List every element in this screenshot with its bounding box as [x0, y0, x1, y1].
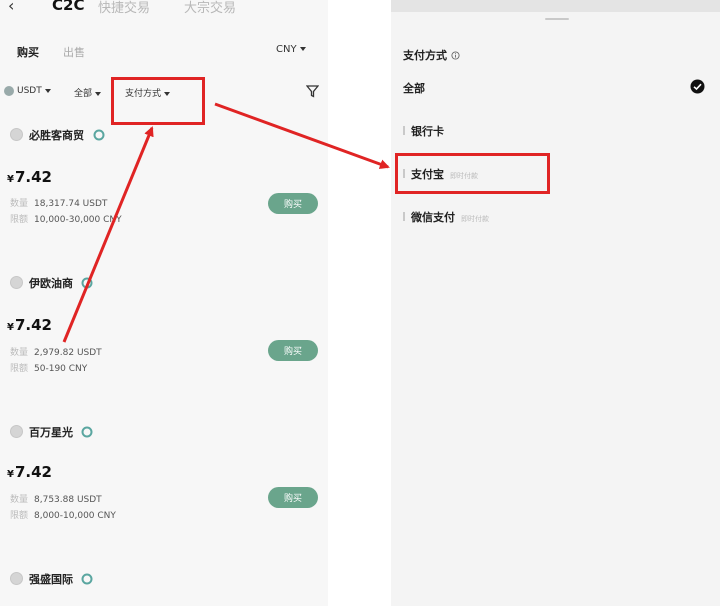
- arrow-to-payment-filter: [62, 126, 154, 343]
- annotation-arrows: [62, 102, 390, 343]
- arrow-to-alipay: [214, 102, 390, 169]
